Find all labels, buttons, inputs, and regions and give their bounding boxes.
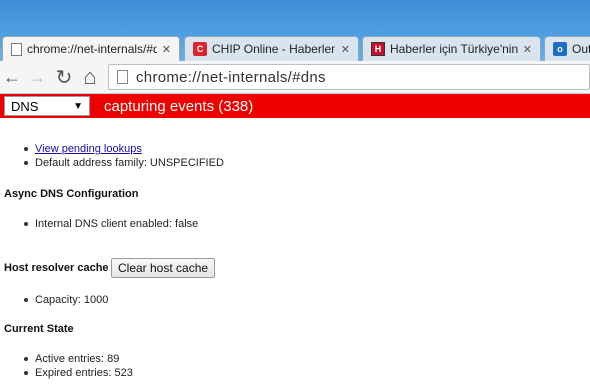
- tab-title: Haberler için Türkiye'nin A: [390, 42, 518, 56]
- address-bar[interactable]: chrome://net-internals/#dns: [108, 64, 590, 90]
- reload-icon[interactable]: ↻: [53, 65, 75, 89]
- list-item: Default address family: UNSPECIFIED: [24, 156, 224, 170]
- chevron-down-icon: ▼: [73, 100, 83, 112]
- tab-title: chrome://net-internals/#d: [27, 42, 157, 56]
- close-icon[interactable]: ✕: [341, 43, 350, 56]
- tab-title: Outlo: [572, 42, 590, 56]
- chip-icon: C: [193, 42, 207, 56]
- clear-host-cache-button[interactable]: Clear host cache: [111, 258, 216, 278]
- view-select[interactable]: DNS ▼: [4, 96, 90, 116]
- url-text[interactable]: chrome://net-internals/#dns: [136, 69, 326, 86]
- cache-list: Capacity: 1000: [24, 293, 108, 307]
- tab-haberturk[interactable]: H Haberler için Türkiye'nin A ✕: [362, 36, 541, 61]
- view-select-value: DNS: [11, 98, 39, 114]
- close-icon[interactable]: ✕: [162, 43, 171, 56]
- close-icon[interactable]: ✕: [523, 43, 532, 56]
- page-icon: [11, 42, 22, 56]
- tab-net-internals[interactable]: chrome://net-internals/#d ✕: [2, 36, 180, 61]
- tab-outlook[interactable]: o Outlo: [544, 36, 590, 61]
- tab-title: CHIP Online - Haberler ve: [212, 42, 336, 56]
- forward-icon[interactable]: →: [26, 65, 48, 89]
- list-item: Capacity: 1000: [24, 293, 108, 307]
- outlook-icon: o: [553, 42, 567, 56]
- page-icon: [117, 70, 128, 84]
- list-item: View pending lookups: [24, 142, 224, 156]
- list-item: Expired entries: 523: [24, 366, 133, 380]
- home-icon[interactable]: ⌂: [79, 64, 101, 89]
- state-list: Active entries: 89 Expired entries: 523: [24, 352, 133, 380]
- list-item: Internal DNS client enabled: false: [24, 217, 198, 231]
- browser-toolbar: ← → ↻ ⌂ chrome://net-internals/#dns: [0, 61, 590, 94]
- capture-status: capturing events (338): [104, 97, 254, 115]
- top-list: View pending lookups Default address fam…: [24, 142, 224, 170]
- haberturk-icon: H: [371, 42, 385, 56]
- status-bar: DNS ▼ capturing events (338): [0, 94, 590, 118]
- tab-chip-online[interactable]: C CHIP Online - Haberler ve ✕: [184, 36, 359, 61]
- async-list: Internal DNS client enabled: false: [24, 217, 198, 231]
- tab-strip: chrome://net-internals/#d ✕ C CHIP Onlin…: [0, 0, 590, 61]
- current-state-heading: Current State: [4, 323, 74, 335]
- dns-panel: View pending lookups Default address fam…: [0, 118, 590, 392]
- list-item: Active entries: 89: [24, 352, 133, 366]
- host-resolver-cache-heading: Host resolver cache: [4, 262, 109, 274]
- back-icon[interactable]: ←: [1, 65, 23, 89]
- async-dns-heading: Async DNS Configuration: [4, 188, 139, 200]
- view-pending-lookups-link[interactable]: View pending lookups: [35, 143, 142, 155]
